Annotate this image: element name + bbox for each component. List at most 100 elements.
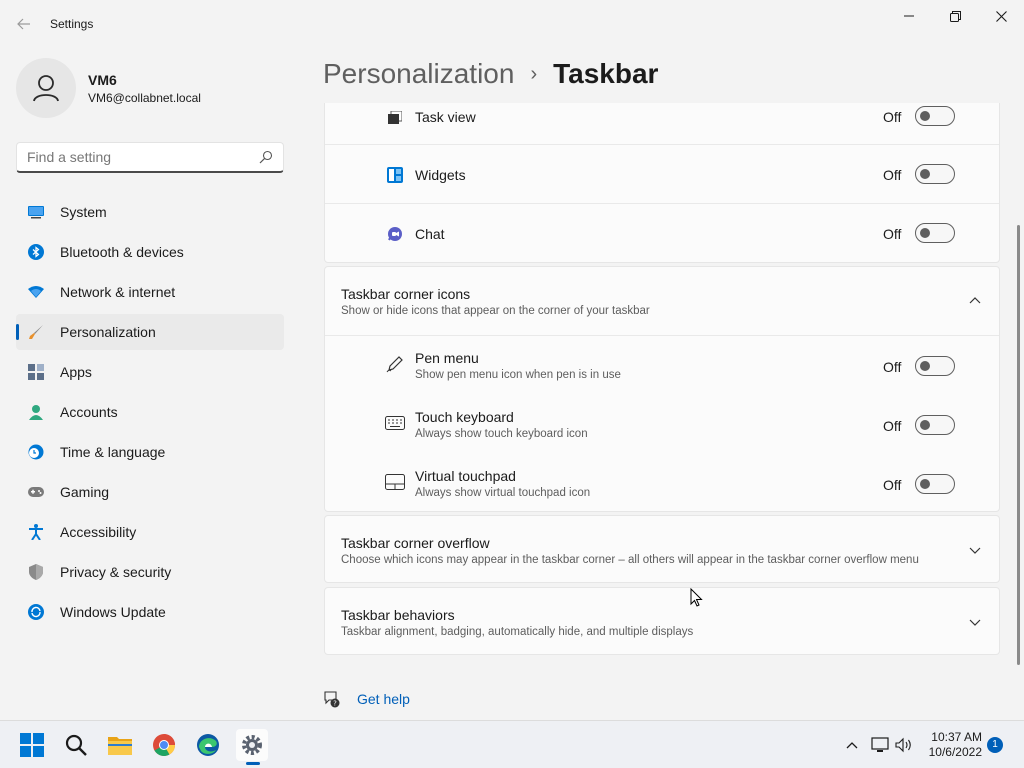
back-button[interactable]	[8, 10, 40, 38]
sidebar-item-privacy[interactable]: Privacy & security	[16, 554, 284, 590]
sidebar-item-accessibility[interactable]: Accessibility	[16, 514, 284, 550]
touch-keyboard-state: Off	[883, 418, 902, 434]
pen-menu-toggle[interactable]	[915, 356, 955, 376]
sidebar-item-label: Bluetooth & devices	[60, 244, 184, 260]
taskbar-clock[interactable]: 10:37 AM 10/6/2022	[920, 730, 982, 760]
minimize-button[interactable]	[886, 0, 932, 32]
sidebar-item-label: Privacy & security	[60, 564, 172, 580]
behaviors-card[interactable]: Taskbar behaviors Taskbar alignment, bad…	[324, 587, 1000, 655]
sidebar-item-label: Network & internet	[60, 284, 176, 300]
monitor-icon	[28, 204, 44, 220]
update-icon	[28, 604, 44, 620]
get-help-link[interactable]: ? Get help	[323, 690, 410, 708]
edge-icon	[197, 734, 219, 756]
sidebar-item-system[interactable]: System	[16, 194, 284, 230]
search-box[interactable]	[16, 142, 284, 173]
shield-icon	[28, 564, 44, 580]
notification-badge[interactable]: 1	[987, 737, 1003, 753]
widgets-label: Widgets	[415, 167, 466, 183]
sidebar-item-gaming[interactable]: Gaming	[16, 474, 284, 510]
corner-icons-header[interactable]: Taskbar corner icons Show or hide icons …	[325, 267, 999, 335]
close-button[interactable]	[978, 0, 1024, 32]
speaker-icon	[895, 737, 911, 753]
active-app-indicator	[246, 762, 260, 765]
sidebar-item-label: Accessibility	[60, 524, 137, 540]
behaviors-desc: Taskbar alignment, badging, automaticall…	[341, 626, 694, 638]
virtual-touchpad-label: Virtual touchpad	[415, 468, 516, 484]
settings-taskbar-button[interactable]	[236, 729, 268, 761]
settings-content: Task view Off Widgets Off Chat Off Taskb…	[324, 103, 1000, 720]
taskbar-items-card: Task view Off Widgets Off Chat Off	[324, 103, 1000, 263]
breadcrumb-separator: ›	[530, 62, 538, 85]
sidebar-item-label: Time & language	[60, 444, 166, 460]
scrollbar[interactable]	[1017, 225, 1020, 665]
pen-menu-desc: Show pen menu icon when pen is in use	[415, 369, 621, 381]
sidebar-item-windows-update[interactable]: Windows Update	[16, 594, 284, 630]
behaviors-title: Taskbar behaviors	[341, 607, 455, 623]
virtual-touchpad-toggle[interactable]	[915, 474, 955, 494]
sidebar-item-label: Apps	[60, 364, 92, 380]
touch-keyboard-row: Touch keyboard Always show touch keyboar…	[325, 395, 999, 454]
task-view-toggle[interactable]	[915, 106, 955, 126]
task-view-state: Off	[883, 109, 902, 125]
virtual-touchpad-row: Virtual touchpad Always show virtual tou…	[325, 454, 999, 512]
chevron-up-icon	[846, 742, 858, 749]
chevron-up-icon	[969, 297, 981, 304]
sidebar-item-label: Windows Update	[60, 604, 166, 620]
app-title: Settings	[50, 17, 94, 31]
sidebar-item-personalization[interactable]: Personalization	[16, 314, 284, 350]
show-hidden-icons-button[interactable]	[842, 735, 862, 755]
profile-email: VM6@collabnet.local	[88, 90, 201, 105]
sidebar-item-apps[interactable]: Apps	[16, 354, 284, 390]
touch-keyboard-desc: Always show touch keyboard icon	[415, 428, 588, 440]
widgets-toggle[interactable]	[915, 164, 955, 184]
search-input[interactable]	[17, 143, 247, 171]
task-view-label: Task view	[415, 109, 476, 125]
corner-overflow-desc: Choose which icons may appear in the tas…	[341, 554, 919, 566]
file-explorer-button[interactable]	[104, 729, 136, 761]
user-profile[interactable]: VM6 VM6@collabnet.local	[16, 58, 201, 118]
edge-button[interactable]	[192, 729, 224, 761]
chat-label: Chat	[415, 226, 445, 242]
sidebar-item-label: System	[60, 204, 107, 220]
clock-globe-icon	[28, 444, 44, 460]
get-help-label: Get help	[357, 691, 410, 707]
file-explorer-icon	[108, 737, 132, 755]
clock-time: 10:37 AM	[931, 730, 982, 744]
keyboard-icon	[385, 413, 405, 433]
corner-icons-desc: Show or hide icons that appear on the co…	[341, 305, 650, 317]
back-arrow-icon	[17, 18, 30, 30]
volume-tray-button[interactable]	[894, 735, 914, 755]
chat-toggle[interactable]	[915, 223, 955, 243]
svg-text:?: ?	[333, 700, 337, 708]
sidebar-item-accounts[interactable]: Accounts	[16, 394, 284, 430]
pen-icon	[385, 354, 405, 374]
start-icon	[20, 733, 44, 757]
taskbar-search-button[interactable]	[60, 729, 92, 761]
corner-overflow-title: Taskbar corner overflow	[341, 535, 490, 551]
touch-keyboard-toggle[interactable]	[915, 415, 955, 435]
widgets-icon	[385, 165, 405, 185]
corner-icons-title: Taskbar corner icons	[341, 286, 471, 302]
start-button[interactable]	[16, 729, 48, 761]
search-icon	[259, 150, 273, 164]
task-view-row: Task view Off	[325, 103, 999, 143]
settings-icon	[242, 735, 262, 755]
sidebar-item-bluetooth[interactable]: Bluetooth & devices	[16, 234, 284, 270]
widgets-state: Off	[883, 167, 902, 183]
breadcrumb-parent[interactable]: Personalization	[323, 58, 514, 90]
chat-icon	[385, 224, 405, 244]
chrome-button[interactable]	[148, 729, 180, 761]
virtual-touchpad-state: Off	[883, 477, 902, 493]
help-icon: ?	[324, 691, 340, 708]
corner-overflow-card[interactable]: Taskbar corner overflow Choose which ico…	[324, 515, 1000, 583]
sidebar-item-network[interactable]: Network & internet	[16, 274, 284, 310]
title-bar: Settings	[0, 0, 1024, 48]
accessibility-icon	[28, 524, 44, 540]
network-tray-button[interactable]	[870, 735, 890, 755]
gamepad-icon	[28, 484, 44, 500]
maximize-button[interactable]	[932, 0, 978, 32]
page-title: Taskbar	[553, 58, 659, 89]
virtual-touchpad-desc: Always show virtual touchpad icon	[415, 487, 591, 499]
sidebar-item-time-language[interactable]: Time & language	[16, 434, 284, 470]
